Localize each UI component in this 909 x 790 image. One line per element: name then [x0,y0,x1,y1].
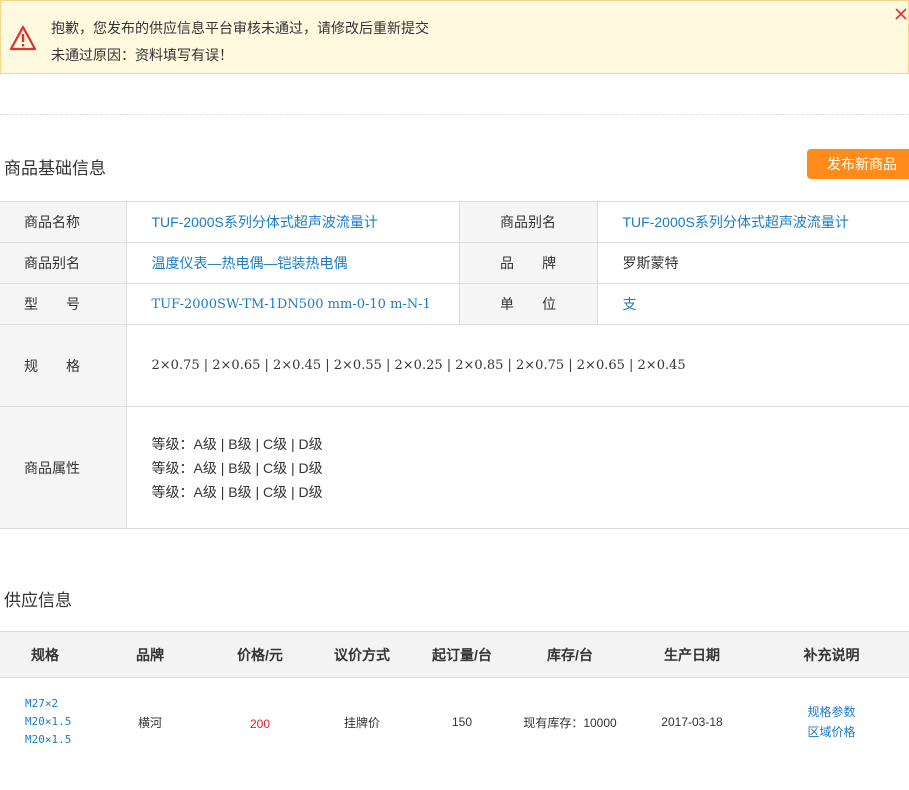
table-row: M27×2 M20×1.5 M20×1.5 横河 200 挂牌价 150 现有库… [0,678,909,790]
attr-line: 等级：A级 | B级 | C级 | D级 [152,432,909,456]
note-cell: 规格参数 区域价格 [754,678,909,790]
product-alias-label: 商品别名 [459,202,597,243]
bargain-cell: 挂牌价 [310,666,414,779]
product-name-value[interactable]: TUF-2000S系列分体式超声波流量计 [126,202,459,243]
moq-cell: 150 [414,666,510,779]
alert-reason: 未通过原因：资料填写有误！ [51,45,233,65]
spec-cell: M27×2 M20×1.5 M20×1.5 [0,678,90,790]
attr-line: 等级：A级 | B级 | C级 | D级 [152,480,909,504]
product-alias2-value[interactable]: 温度仪表—热电偶—铠装热电偶 [126,243,459,284]
spec-item[interactable]: M20×1.5 [25,731,89,749]
warning-triangle-icon [9,25,37,51]
spec-value: 2×0.75 | 2×0.65 | 2×0.45 | 2×0.55 | 2×0.… [126,325,909,407]
close-icon[interactable] [894,7,908,21]
basic-info-table: 商品名称 TUF-2000S系列分体式超声波流量计 商品别名 TUF-2000S… [0,201,909,529]
brand-label: 品 牌 [459,243,597,284]
spec-params-link[interactable]: 规格参数 [755,702,908,722]
product-alias2-label: 商品别名 [0,243,126,284]
stock-cell: 现有库存：10000 [510,666,630,779]
attr-label: 商品属性 [0,407,126,529]
price-cell: 200 [210,668,310,781]
spec-item[interactable]: M27×2 [25,695,89,713]
attr-value: 等级：A级 | B级 | C级 | D级 等级：A级 | B级 | C级 | D… [126,407,909,529]
model-value[interactable]: TUF-2000SW-TM-1DN500 mm-0-10 m-N-1 [126,284,459,325]
unit-label: 单 位 [459,284,597,325]
spec-item[interactable]: M20×1.5 [25,713,89,731]
supply-table: 规格 品牌 价格/元 议价方式 起订量/台 库存/台 生产日期 补充说明 M27… [0,631,909,790]
col-header-spec: 规格 [0,632,90,678]
model-label: 型 号 [0,284,126,325]
product-alias-value[interactable]: TUF-2000S系列分体式超声波流量计 [597,202,909,243]
publish-new-product-button[interactable]: 发布新商品 [807,149,909,179]
col-header-note: 补充说明 [754,632,909,678]
date-cell: 2017-03-18 [630,666,754,779]
alert-message: 抱歉，您发布的供应信息平台审核未通过，请修改后重新提交 [51,18,429,38]
divider [0,114,909,115]
audit-alert: 抱歉，您发布的供应信息平台审核未通过，请修改后重新提交 未通过原因：资料填写有误… [0,0,909,74]
supply-info-title: 供应信息 [4,586,72,611]
attr-line: 等级：A级 | B级 | C级 | D级 [152,456,909,480]
basic-info-title: 商品基础信息 [4,154,106,179]
region-price-link[interactable]: 区域价格 [755,722,908,742]
spec-label: 规 格 [0,325,126,407]
brand-value: 罗斯蒙特 [597,243,909,284]
brand-cell: 横河 [90,666,210,779]
product-name-label: 商品名称 [0,202,126,243]
unit-value[interactable]: 支 [597,284,909,325]
